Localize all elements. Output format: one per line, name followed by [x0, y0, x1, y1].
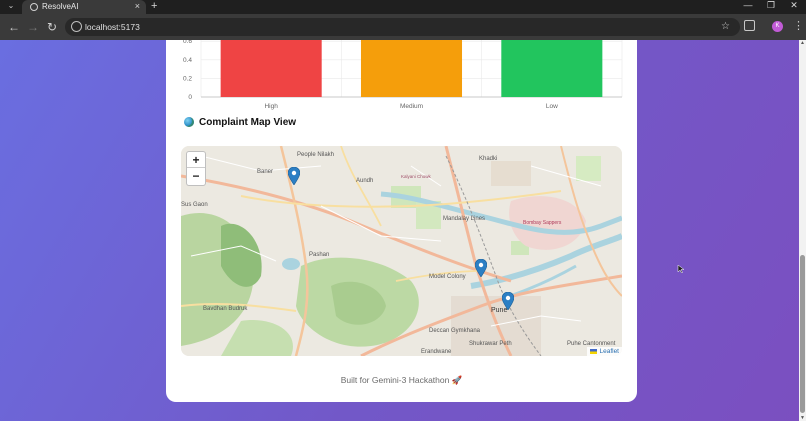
minimize-button[interactable]: —	[738, 0, 758, 12]
map-attribution: Leaflet	[587, 347, 622, 356]
x-tick-label: High	[264, 103, 278, 110]
scroll-thumb[interactable]	[800, 255, 805, 413]
map-place-label: Shukrawar Peth	[469, 341, 512, 347]
complaint-map[interactable]: People Nilakh Baner Aundh Khadki Sus Gao…	[181, 146, 622, 356]
restore-button[interactable]: ❐	[761, 0, 781, 12]
map-place-label: Kalyani Chowk	[401, 174, 432, 179]
mouse-cursor-icon	[677, 265, 685, 273]
map-tiles[interactable]: People Nilakh Baner Aundh Khadki Sus Gao…	[181, 146, 622, 356]
browser-toolbar: ← → ↻ localhost:5173 ☆	[0, 14, 806, 40]
page-scrollbar[interactable]: ▲ ▼	[799, 40, 806, 421]
y-tick-label: 0	[188, 94, 192, 101]
zoom-in-button[interactable]: +	[187, 152, 205, 168]
map-place-label: Aundh	[356, 178, 373, 184]
scroll-up-icon[interactable]: ▲	[800, 40, 805, 46]
leaflet-link[interactable]: Leaflet	[599, 348, 619, 355]
browser-titlebar: ⌄ ResolveAI × + — ❐ ✕	[0, 0, 806, 14]
close-icon[interactable]: ×	[135, 0, 140, 13]
x-tick-label: Medium	[400, 103, 423, 110]
map-title: Complaint Map View	[199, 116, 297, 128]
back-button[interactable]: ←	[6, 19, 22, 35]
content-card: 0.6 0.4 0.2 0 High Medium Low Complaint Map Vi…	[166, 40, 637, 402]
window-close-button[interactable]: ✕	[784, 0, 804, 12]
chevron-down-icon[interactable]: ⌄	[4, 0, 18, 12]
site-info-icon[interactable]	[71, 21, 82, 32]
zoom-out-button[interactable]: −	[187, 168, 205, 184]
map-place-label: Deccan Gymkhana	[429, 328, 481, 334]
map-place-label: People Nilakh	[297, 152, 334, 158]
menu-icon[interactable]: ⋮	[793, 19, 804, 33]
map-marker-icon[interactable]	[502, 292, 514, 310]
tab-title: ResolveAI	[42, 2, 79, 11]
map-marker-icon[interactable]	[288, 167, 300, 185]
chart-bar-low	[501, 40, 603, 97]
bookmark-star-icon[interactable]: ☆	[721, 18, 730, 36]
ukraine-flag-icon	[590, 348, 598, 354]
reload-button[interactable]: ↻	[44, 19, 60, 35]
map-place-label: Baner	[257, 169, 273, 175]
map-section-heading: Complaint Map View	[184, 115, 296, 129]
map-place-label: Sus Gaon	[181, 202, 208, 208]
forward-button[interactable]: →	[25, 19, 41, 35]
map-marker-icon[interactable]	[475, 259, 487, 277]
footer-text: Built for Gemini-3 Hackathon 🚀	[340, 375, 463, 385]
profile-avatar[interactable]: K	[772, 21, 783, 32]
globe-icon	[30, 3, 38, 11]
y-tick-label: 0.6	[183, 40, 192, 45]
new-tab-button[interactable]: +	[151, 0, 157, 12]
x-tick-label: Low	[546, 103, 558, 110]
priority-bar-chart: 0.6 0.4 0.2 0 High Medium Low	[183, 40, 623, 110]
map-place-label: Khadki	[479, 156, 497, 162]
y-tick-label: 0.4	[183, 57, 192, 64]
map-place-label: Bavdhan Budruk	[203, 306, 248, 312]
chart-bar-high	[220, 40, 322, 97]
map-place-label: Mandalay Lines	[443, 216, 485, 222]
scroll-down-icon[interactable]: ▼	[800, 415, 805, 421]
chart-bar-medium	[360, 40, 463, 97]
map-place-label: Model Colony	[429, 274, 466, 280]
url-text[interactable]: localhost:5173	[85, 18, 140, 36]
map-place-label: Bombay Sappers	[523, 220, 562, 226]
globe-icon	[184, 117, 194, 127]
browser-tab[interactable]: ResolveAI ×	[22, 0, 146, 14]
page-viewport: 0.6 0.4 0.2 0 High Medium Low Complaint Map Vi…	[0, 40, 806, 421]
extensions-icon[interactable]	[744, 20, 755, 31]
address-bar[interactable]: localhost:5173 ☆	[65, 18, 740, 36]
map-place-label: Pashan	[309, 252, 329, 258]
map-zoom-control: + −	[186, 151, 206, 186]
map-place-label: Erandwane	[421, 349, 452, 355]
y-tick-label: 0.2	[183, 75, 192, 82]
